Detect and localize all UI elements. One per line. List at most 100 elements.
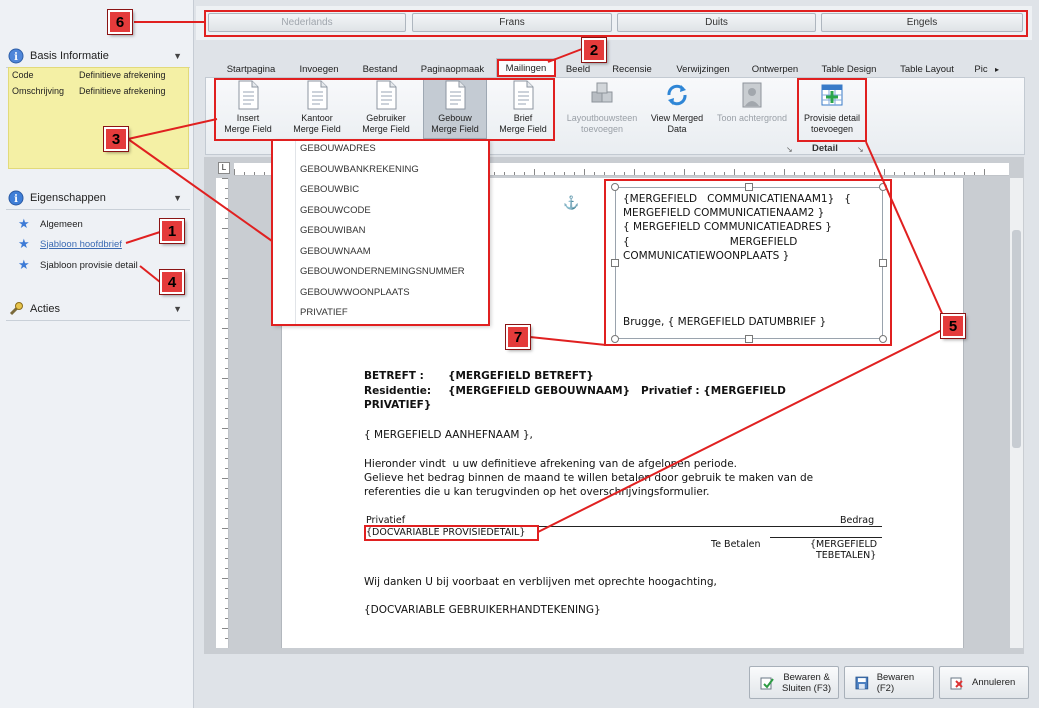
ruler-tick [225,208,228,209]
save-close-button[interactable]: Bewaren & Sluiten (F3) [749,666,839,699]
tab-paginaopmaak[interactable]: Paginaopmaak [414,61,491,77]
view-merged-data-button[interactable]: View Merged Data [647,80,707,140]
sidebar-item-sjabloon-provisie-detail[interactable]: ★ Sjabloon provisie detail [18,258,138,272]
tab-recensie[interactable]: Recensie [606,61,658,77]
chevron-down-icon[interactable]: ▼ [173,51,182,61]
tab-table-layout[interactable]: Table Layout [894,61,960,77]
tab-invoegen[interactable]: Invoegen [291,61,347,77]
chevron-down-icon[interactable]: ▼ [173,193,182,203]
ruler-tick [225,188,228,189]
scrollbar-thumb[interactable] [1012,230,1021,448]
callout-6: 6 [107,9,133,35]
chevron-down-icon[interactable]: ▼ [173,304,182,314]
tab-pic[interactable]: Pic [970,61,992,77]
ruler-tick [225,248,228,249]
acties-header[interactable]: Acties ▼ [8,298,188,320]
portrait-icon [742,82,762,108]
ruler-tick [734,169,735,175]
ruler-tick [225,538,228,539]
ruler-tick [834,169,835,175]
button-label: Layoutbouwsteen [566,113,638,123]
ruler-tick [225,638,228,639]
sidebar-item-sjabloon-hoofdbrief[interactable]: ★ Sjabloon hoofdbrief [18,237,122,251]
ruler-tick [804,172,805,175]
cancel-button[interactable]: Annuleren [939,666,1029,699]
ruler-tick [222,628,228,629]
blocks-icon [591,82,613,103]
info-row-omschrijving: Omschrijving Definitieve afrekening [12,86,166,96]
ruler-tick [634,169,635,175]
closing-line: Wij danken U bij voorbaat en verblijven … [364,576,717,588]
star-icon: ★ [18,257,30,272]
callout-2: 2 [581,37,607,63]
ruler-tick [225,438,228,439]
ruler-tick [644,172,645,175]
eigenschappen-header[interactable]: i Eigenschappen ▼ [8,187,188,209]
divider [6,320,190,321]
info-icon: i [8,190,24,206]
sidebar-item-label: Sjabloon hoofdbrief [40,238,122,250]
body-line: Gelieve het bedrag binnen de maand te wi… [364,472,814,484]
dialog-launcher-icon[interactable]: ↘ [786,145,793,154]
ruler-tick [894,172,895,175]
ruler-tick [744,172,745,175]
chevron-right-icon[interactable]: ▸ [992,61,1002,77]
button-label: View Merged [650,113,704,123]
wrench-icon [8,301,24,317]
ruler-tick [225,468,228,469]
ruler-tick [954,172,955,175]
info-icon: i [8,48,24,64]
ruler-tick [225,498,228,499]
anchor-icon: ⚓ [563,195,580,210]
tab-startpagina[interactable]: Startpagina [218,61,284,77]
ruler-tick [664,172,665,175]
ruler-tick [225,568,228,569]
detail-group-label: Detail [812,143,838,154]
button-label: Data [667,124,687,134]
ruler-tick [564,172,565,175]
ruler-tick [225,388,228,389]
ruler-tick [222,428,228,429]
ruler-tick [225,608,228,609]
ruler-tick [494,172,495,175]
ruler-tick [704,172,705,175]
ruler-tick [225,418,228,419]
residentie-continued: PRIVATIEF} [364,399,432,411]
dialog-launcher-icon[interactable]: ↘ [857,145,864,154]
save-button[interactable]: Bewaren (F2) [844,666,934,699]
ruler-tick [225,458,228,459]
ruler-tick [225,218,228,219]
tab-beeld[interactable]: Beeld [562,61,594,77]
tab-bestand[interactable]: Bestand [355,61,405,77]
tab-ontwerpen[interactable]: Ontwerpen [746,61,804,77]
dropdown-highlight [271,139,490,326]
tab-table-design[interactable]: Table Design [816,61,882,77]
callout-5: 5 [940,313,966,339]
callout-7: 7 [505,324,531,350]
body-line: referenties die u kan terugvinden op het… [364,486,710,498]
aanhef: { MERGEFIELD AANHEFNAAM }, [364,429,533,441]
ruler-tick [784,169,785,175]
svg-text:i: i [14,194,18,205]
ruler-tick [604,172,605,175]
toon-achtergrond-button[interactable]: Toon achtergrond [712,80,792,140]
vertical-ruler[interactable] [216,178,229,648]
ruler-tick [222,528,228,529]
info-key: Code [12,70,34,80]
ruler-tick [554,172,555,175]
ruler-tick [234,169,235,175]
tab-verwijzingen[interactable]: Verwijzingen [670,61,736,77]
ruler-tick [714,172,715,175]
layoutbouwsteen-toevoegen-button[interactable]: Layoutbouwsteen toevoegen [561,80,643,140]
ruler-tick [904,172,905,175]
callout-4: 4 [159,269,185,295]
ruler-tick [694,172,695,175]
body-line: Hieronder vindt u uw definitieve afreken… [364,458,737,470]
basis-informatie-header[interactable]: i Basis Informatie ▼ [8,45,188,67]
ruler-tick [222,228,228,229]
ruler-tick [225,348,228,349]
vertical-scrollbar[interactable] [1010,178,1023,648]
ruler-tick [225,508,228,509]
tab-stop-selector[interactable]: L [218,162,230,174]
sidebar-item-algemeen[interactable]: ★ Algemeen [18,217,83,231]
